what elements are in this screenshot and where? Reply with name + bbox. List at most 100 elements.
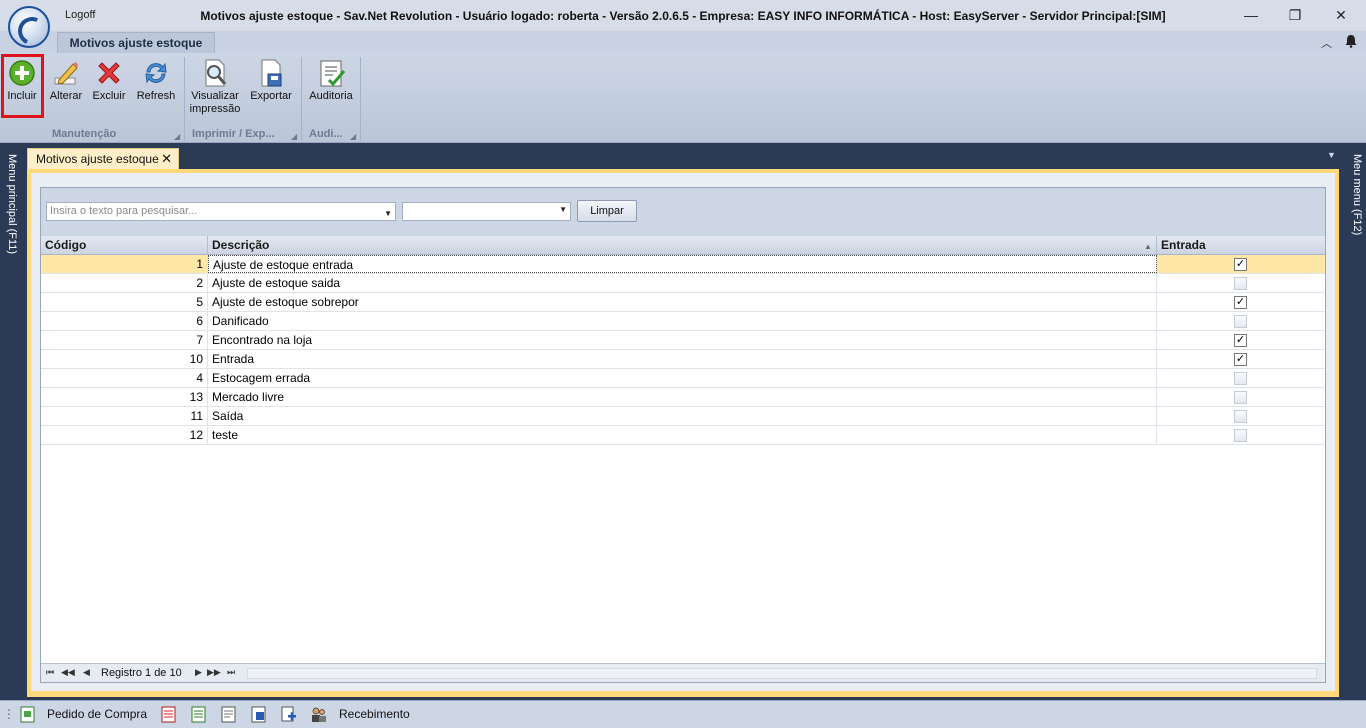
taskbar-recebimento[interactable]: Recebimento (339, 707, 410, 721)
document-icon[interactable] (220, 706, 237, 723)
close-tab-icon[interactable]: ✕ (161, 149, 172, 169)
entrada-checkbox[interactable] (1234, 429, 1247, 442)
table-row[interactable]: 7 Encontrado na loja ✓ (41, 331, 1325, 350)
search-input[interactable]: Insira o texto para pesquisar... ▼ (46, 202, 396, 221)
cell-codigo[interactable]: 7 (41, 331, 208, 349)
entrada-checkbox[interactable] (1234, 372, 1247, 385)
cell-descricao[interactable]: Entrada (208, 350, 1157, 368)
table-row[interactable]: 13 Mercado livre (41, 388, 1325, 407)
cell-descricao[interactable]: Encontrado na loja (208, 331, 1157, 349)
cell-descricao[interactable]: Saída (208, 407, 1157, 425)
refresh-button[interactable]: Refresh (134, 56, 178, 103)
cell-codigo[interactable]: 4 (41, 369, 208, 387)
add-document-icon[interactable] (280, 706, 297, 723)
table-row[interactable]: 2 Ajuste de estoque saida (41, 274, 1325, 293)
users-icon[interactable] (310, 706, 327, 723)
delete-x-icon (98, 62, 120, 84)
cell-descricao[interactable]: teste (208, 426, 1157, 444)
maximize-button[interactable]: ❐ (1280, 4, 1310, 26)
table-row[interactable]: 5 Ajuste de estoque sobrepor ✓ (41, 293, 1325, 312)
taskbar-grip: ⋮ (3, 707, 15, 721)
table-row[interactable]: 4 Estocagem errada (41, 369, 1325, 388)
sort-ascending-icon: ▲ (1144, 242, 1152, 251)
horizontal-scrollbar[interactable] (247, 668, 1317, 679)
nav-last-icon[interactable]: ⏭ (227, 667, 235, 678)
grid-navigator: ⏮ ◀◀ ◀ Registro 1 de 10 ▶ ▶▶ ⏭ (41, 663, 1325, 682)
alterar-label: Alterar (49, 90, 83, 102)
table-row[interactable]: 10 Entrada ✓ (41, 350, 1325, 369)
document-tab-motivos[interactable]: Motivos ajuste estoque ✕ (27, 148, 179, 169)
document-content: Insira o texto para pesquisar... ▼ ▼ Lim… (31, 173, 1335, 691)
entrada-checkbox[interactable]: ✓ (1234, 353, 1247, 366)
cell-codigo[interactable]: 13 (41, 388, 208, 406)
entrada-checkbox[interactable]: ✓ (1234, 296, 1247, 309)
cell-descricao[interactable]: Danificado (208, 312, 1157, 330)
spreadsheet-icon[interactable] (190, 706, 207, 723)
incluir-highlight-box (1, 54, 44, 118)
nav-prev-icon[interactable]: ◀ (83, 667, 90, 678)
group-launcher-icon[interactable]: ◢ (291, 132, 297, 141)
cell-codigo[interactable]: 6 (41, 312, 208, 330)
refresh-icon (145, 62, 167, 84)
cell-codigo[interactable]: 11 (41, 407, 208, 425)
group-launcher-icon[interactable]: ◢ (174, 132, 180, 141)
word-document-icon[interactable] (250, 706, 267, 723)
cell-codigo[interactable]: 10 (41, 350, 208, 368)
search-placeholder: Insira o texto para pesquisar... (50, 205, 198, 217)
entrada-checkbox[interactable] (1234, 277, 1247, 290)
table-row[interactable]: 6 Danificado (41, 312, 1325, 331)
data-grid: Insira o texto para pesquisar... ▼ ▼ Lim… (40, 187, 1326, 683)
group-label-auditoria: Audi... (309, 128, 343, 140)
entrada-checkbox[interactable]: ✓ (1234, 258, 1247, 271)
tab-menu-chevron-icon[interactable]: ▼ (1327, 150, 1336, 160)
entrada-checkbox[interactable] (1234, 410, 1247, 423)
entrada-checkbox[interactable] (1234, 315, 1247, 328)
impressao-label: impressão (189, 103, 241, 115)
nav-next-page-icon[interactable]: ▶▶ (207, 667, 221, 678)
taskbar-pedido-de-compra[interactable]: Pedido de Compra (47, 707, 147, 721)
nav-first-icon[interactable]: ⏮ (46, 667, 54, 678)
auditoria-button[interactable]: Auditoria (305, 56, 357, 103)
cell-codigo[interactable]: 5 (41, 293, 208, 311)
cell-descricao[interactable]: Ajuste de estoque entrada (208, 255, 1157, 273)
report-red-icon[interactable] (160, 706, 177, 723)
chevron-down-icon[interactable]: ▼ (384, 205, 392, 222)
filter-column-select[interactable]: ▼ (402, 202, 571, 221)
cell-descricao[interactable]: Ajuste de estoque saida (208, 274, 1157, 292)
purchase-order-icon[interactable] (19, 706, 36, 723)
menu-principal-toggle[interactable]: Menu principal (F11) (4, 154, 18, 254)
limpar-button[interactable]: Limpar (577, 200, 637, 222)
cell-descricao[interactable]: Ajuste de estoque sobrepor (208, 293, 1157, 311)
window-title: Motivos ajuste estoque - Sav.Net Revolut… (200, 9, 1166, 23)
nav-prev-page-icon[interactable]: ◀◀ (61, 667, 75, 678)
cell-codigo[interactable]: 12 (41, 426, 208, 444)
column-header-entrada[interactable]: Entrada (1157, 236, 1325, 255)
table-row[interactable]: 11 Saída (41, 407, 1325, 426)
ribbon-tab-strip: Motivos ajuste estoque (0, 31, 1366, 53)
refresh-label: Refresh (136, 90, 176, 102)
nav-next-icon[interactable]: ▶ (195, 667, 202, 678)
entrada-checkbox[interactable]: ✓ (1234, 334, 1247, 347)
table-row[interactable]: 1 Ajuste de estoque entrada ✓ (41, 255, 1325, 274)
column-header-codigo[interactable]: Código (41, 236, 208, 255)
visualizar-impressao-button[interactable]: Visualizar impressão (188, 56, 242, 116)
ribbon-collapse-icon[interactable]: ︿ (1321, 35, 1332, 51)
exportar-button[interactable]: Exportar (247, 56, 295, 103)
bell-icon[interactable] (1344, 34, 1358, 48)
chevron-down-icon[interactable]: ▼ (559, 205, 567, 214)
ribbon-tab-motivos[interactable]: Motivos ajuste estoque (57, 32, 215, 53)
table-row[interactable]: 12 teste (41, 426, 1325, 445)
column-header-descricao[interactable]: Descrição (208, 236, 1157, 255)
entrada-checkbox[interactable] (1234, 391, 1247, 404)
meu-menu-toggle[interactable]: Meu menu (F12) (1349, 154, 1363, 235)
app-logo-icon[interactable] (8, 6, 50, 48)
cell-codigo[interactable]: 2 (41, 274, 208, 292)
cell-descricao[interactable]: Mercado livre (208, 388, 1157, 406)
excluir-button[interactable]: Excluir (90, 56, 128, 103)
cell-descricao[interactable]: Estocagem errada (208, 369, 1157, 387)
group-launcher-icon[interactable]: ◢ (350, 132, 356, 141)
close-button[interactable]: ✕ (1326, 4, 1356, 26)
minimize-button[interactable]: — (1236, 4, 1266, 26)
alterar-button[interactable]: Alterar (47, 56, 85, 103)
cell-codigo[interactable]: 1 (41, 255, 208, 273)
